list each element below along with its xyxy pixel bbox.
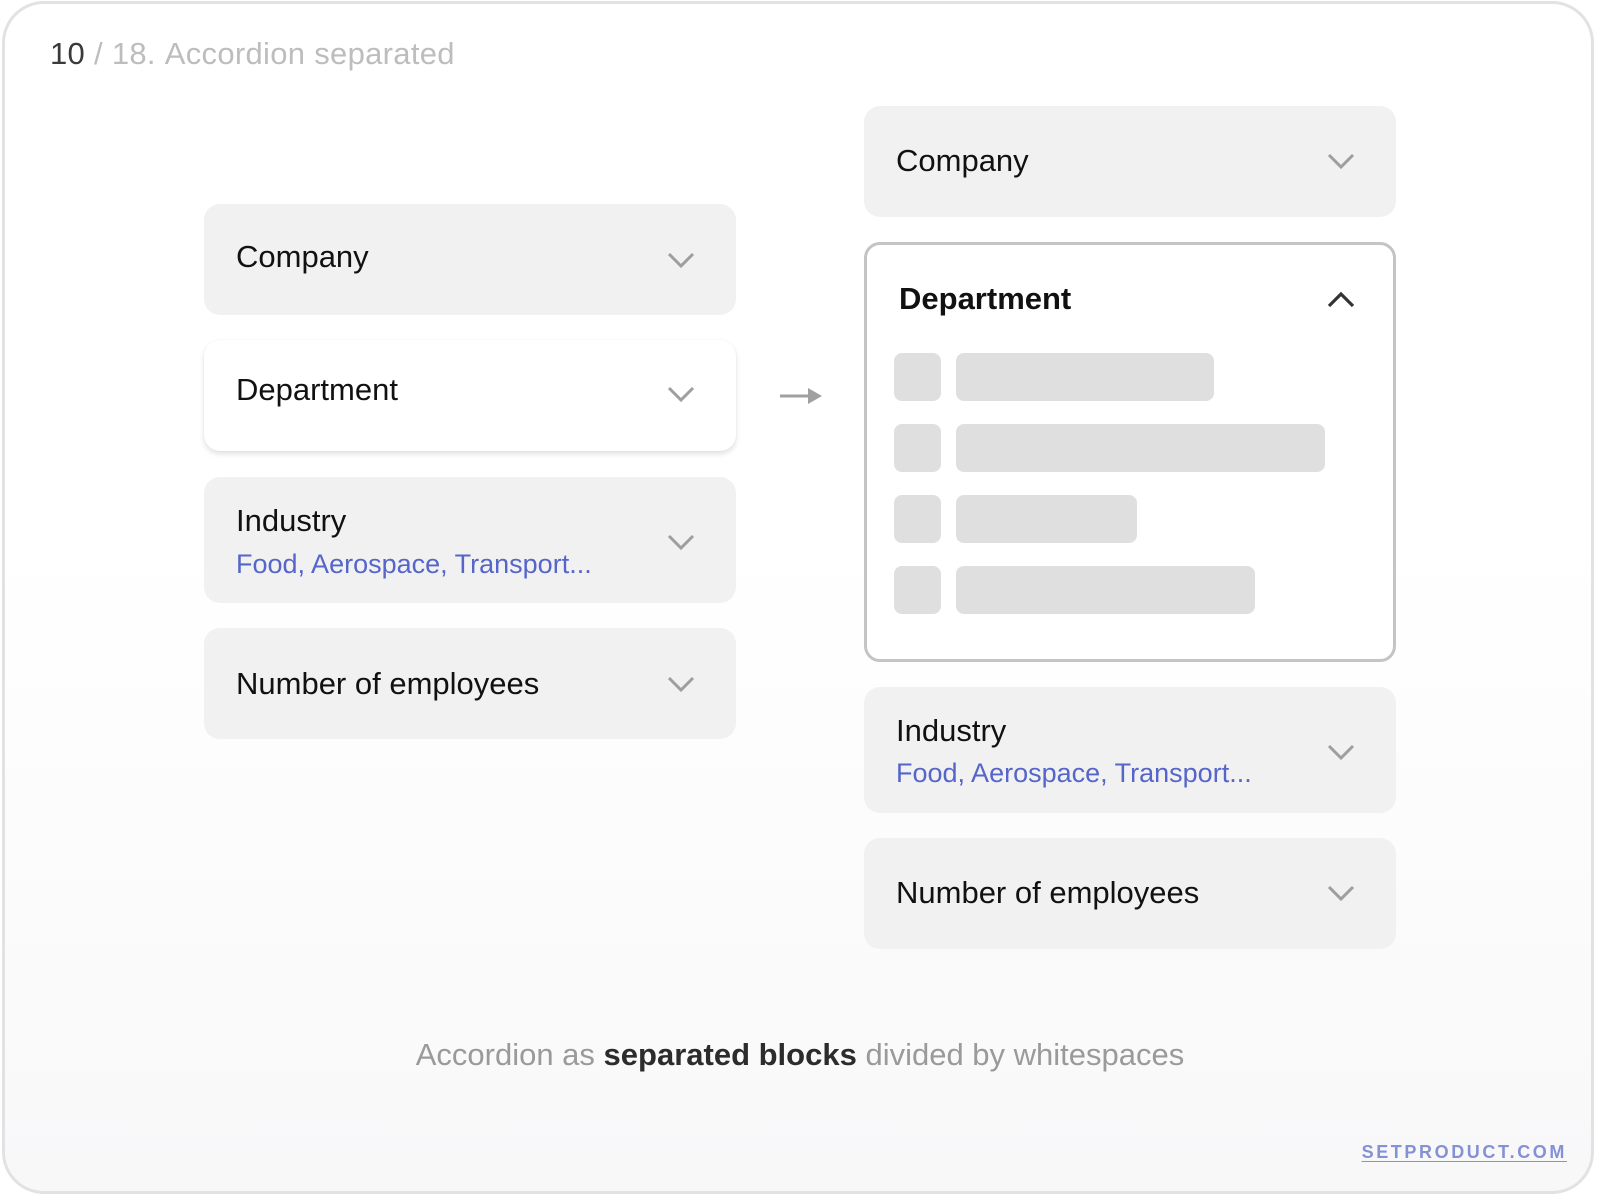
- caption: Accordion as separated blocks divided by…: [0, 1037, 1600, 1073]
- chevron-up-icon[interactable]: [1326, 291, 1356, 309]
- skeleton-text-placeholder: [956, 495, 1137, 543]
- accordion-item-label: Industry: [896, 713, 1007, 748]
- skeleton-icon-placeholder: [894, 424, 941, 472]
- chevron-down-icon: [666, 251, 696, 269]
- accordion-item-label: Number of employees: [896, 875, 1200, 910]
- accordion-item-number-of-employees[interactable]: Number of employees: [204, 628, 736, 739]
- caption-text-start: Accordion as: [415, 1037, 604, 1072]
- accordion-item-company[interactable]: Company: [204, 204, 736, 315]
- chevron-down-icon: [666, 385, 696, 403]
- skeleton-icon-placeholder: [894, 353, 941, 401]
- accordion-item-label: Number of employees: [236, 666, 540, 701]
- caption-emphasis: separated blocks: [603, 1037, 857, 1072]
- chevron-down-icon: [666, 675, 696, 693]
- accordion-item-label: Company: [236, 239, 369, 274]
- accordion-item-number-of-employees[interactable]: Number of employees: [864, 838, 1396, 949]
- skeleton-text-placeholder: [956, 566, 1255, 614]
- caption-text-end: divided by whitespaces: [856, 1037, 1185, 1072]
- skeleton-icon-placeholder: [894, 566, 941, 614]
- skeleton-text-placeholder: [956, 353, 1214, 401]
- accordion-item-industry[interactable]: Industry Food, Aerospace, Transport...: [204, 477, 736, 603]
- accordion-item-department[interactable]: Department: [204, 340, 736, 451]
- slide-total: 18.: [111, 36, 156, 71]
- slide-title: 10 / 18. Accordion separated: [50, 36, 455, 72]
- accordion-item-value: Food, Aerospace, Transport...: [896, 758, 1252, 788]
- accordion-item-label: Industry: [236, 503, 347, 538]
- accordion-item-industry[interactable]: Industry Food, Aerospace, Transport...: [864, 687, 1396, 813]
- accordion-item-label: Company: [896, 143, 1029, 178]
- accordion-item-department-expanded[interactable]: Department: [864, 242, 1396, 662]
- skeleton-text-placeholder: [956, 424, 1325, 472]
- chevron-down-icon: [1326, 152, 1356, 170]
- slide-number: 10: [50, 36, 86, 71]
- slide-separator: /: [85, 36, 112, 71]
- chevron-down-icon: [1326, 884, 1356, 902]
- arrow-right-icon: [780, 385, 824, 407]
- chevron-down-icon: [1326, 743, 1356, 761]
- slide-title-text: Accordion separated: [164, 36, 455, 71]
- brand-link[interactable]: SETPRODUCT.COM: [1362, 1142, 1567, 1163]
- accordion-item-company[interactable]: Company: [864, 106, 1396, 217]
- skeleton-icon-placeholder: [894, 495, 941, 543]
- chevron-down-icon: [666, 533, 696, 551]
- accordion-item-label: Department: [899, 281, 1072, 316]
- accordion-item-label: Department: [236, 372, 398, 407]
- accordion-item-value: Food, Aerospace, Transport...: [236, 549, 592, 579]
